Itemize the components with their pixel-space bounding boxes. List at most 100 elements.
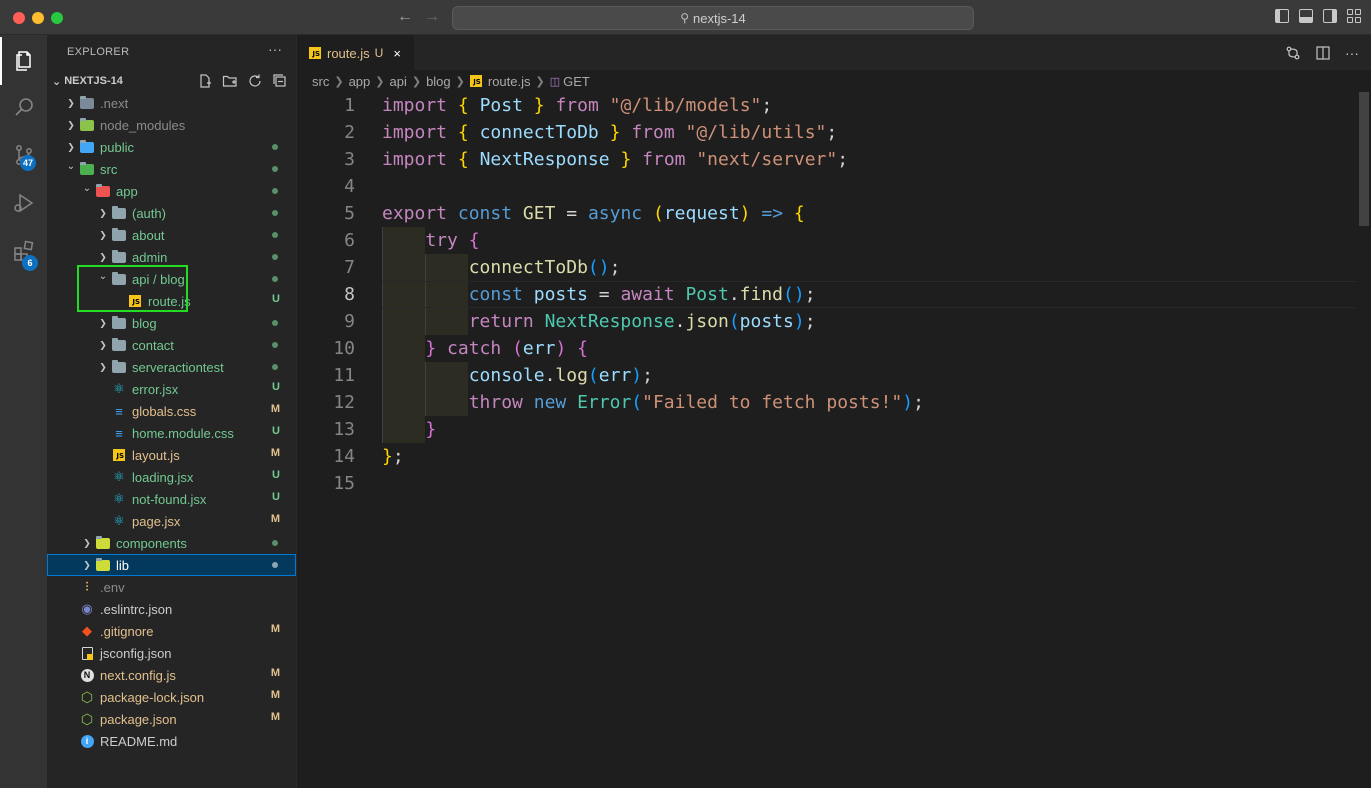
forward-arrow-icon[interactable]: →: [424, 8, 440, 26]
tree-item-home-module-css[interactable]: ≡ home.module.css U: [47, 422, 296, 444]
source-control-icon[interactable]: 47: [0, 131, 47, 179]
open-changes-icon[interactable]: [1285, 45, 1301, 64]
explorer-icon[interactable]: [0, 37, 47, 85]
tree-item-layout-js[interactable]: JS layout.js M: [47, 444, 296, 466]
split-editor-icon[interactable]: [1315, 45, 1331, 64]
run-debug-icon[interactable]: [0, 179, 47, 227]
chevron-placeholder: [63, 623, 79, 639]
tree-item-about[interactable]: ❯ about: [47, 224, 296, 246]
more-actions-icon[interactable]: ···: [268, 41, 282, 57]
folder-icon: [111, 249, 127, 265]
minimize-window-button[interactable]: [32, 12, 44, 24]
code-token: ): [631, 365, 643, 386]
chevron-placeholder: [95, 513, 111, 529]
tree-item-package-json[interactable]: ⬡ package.json M: [47, 708, 296, 730]
code-editor[interactable]: 1 import { Post } from "@/lib/models"; 2 im…: [297, 92, 1356, 788]
close-tab-icon[interactable]: ×: [393, 46, 401, 61]
tree-item-label: lib: [116, 557, 130, 573]
customize-layout-icon[interactable]: [1347, 9, 1361, 23]
toggle-panel-icon[interactable]: [1299, 9, 1313, 23]
tree-item-env[interactable]: ⫶ .env: [47, 576, 296, 598]
breadcrumb-file[interactable]: route.js: [488, 74, 531, 89]
refresh-icon[interactable]: [247, 73, 263, 92]
folder-icon: [79, 161, 95, 177]
code-token: ): [902, 392, 914, 413]
scrollbar-thumb[interactable]: [1359, 92, 1369, 226]
code-line: 8 const posts = await Post.find();: [297, 281, 1356, 308]
collapse-all-icon[interactable]: [272, 73, 288, 92]
code-token: (: [728, 311, 740, 332]
title-bar: ← → ⚲ nextjs-14: [0, 0, 1371, 35]
tree-item-not-found-jsx[interactable]: ⚛ not-found.jsx U: [47, 488, 296, 510]
source-control-badge: 47: [20, 155, 37, 171]
tree-item-next-config-js[interactable]: Nnext.config.js M: [47, 664, 296, 686]
tree-item-next[interactable]: ❯ .next: [47, 92, 296, 114]
toggle-secondary-sidebar-icon[interactable]: [1323, 9, 1337, 23]
code-token: ;: [804, 311, 816, 332]
js-file-icon: JS: [111, 447, 127, 463]
maximize-window-button[interactable]: [51, 12, 63, 24]
toggle-primary-sidebar-icon[interactable]: [1275, 9, 1289, 23]
code-token: "next/server": [696, 149, 838, 170]
chevron-placeholder: [95, 381, 111, 397]
tree-item-loading-jsx[interactable]: ⚛ loading.jsx U: [47, 466, 296, 488]
tree-item-error-jsx[interactable]: ⚛ error.jsx U: [47, 378, 296, 400]
modified-dot-indicator: [272, 562, 278, 568]
code-token: .: [728, 284, 740, 305]
search-icon[interactable]: [0, 83, 47, 131]
tree-item-readme-md[interactable]: i README.md: [47, 730, 296, 752]
breadcrumb-blog[interactable]: blog: [426, 74, 451, 89]
tree-item-package-lock-json[interactable]: ⬡ package-lock.json M: [47, 686, 296, 708]
code-token: Error: [577, 392, 632, 413]
tree-item-contact[interactable]: ❯ contact: [47, 334, 296, 356]
modified-dot-indicator: [272, 342, 278, 348]
modified-dot-indicator: [272, 166, 278, 172]
editor-scrollbar[interactable]: [1356, 92, 1371, 788]
tree-item-auth[interactable]: ❯ (auth): [47, 202, 296, 224]
chevron-down-icon: ⌄: [66, 160, 76, 172]
tree-item-app[interactable]: ⌄ app: [47, 180, 296, 202]
line-number: 10: [333, 338, 355, 359]
tree-item-node-modules[interactable]: ❯ node_modules: [47, 114, 296, 136]
breadcrumb-symbol[interactable]: GET: [563, 74, 590, 89]
chevron-down-icon: ⌄: [52, 75, 62, 88]
tree-item-blog[interactable]: ❯ blog: [47, 312, 296, 334]
code-token: }: [620, 149, 632, 170]
css-file-icon: ≡: [115, 403, 123, 419]
tree-item-serveractiontest[interactable]: ❯ serveractiontest: [47, 356, 296, 378]
tree-item-src[interactable]: ⌄ src: [47, 158, 296, 180]
more-editor-actions-icon[interactable]: ···: [1345, 45, 1359, 64]
breadcrumb-app[interactable]: app: [349, 74, 371, 89]
close-window-button[interactable]: [13, 12, 25, 24]
chevron-right-icon: ❯: [375, 75, 385, 88]
tree-item-jsconfig-json[interactable]: jsconfig.json: [47, 642, 296, 664]
code-token: from: [555, 95, 599, 116]
tree-item-lib[interactable]: ❯ lib: [47, 554, 296, 576]
code-token: ;: [826, 122, 838, 143]
chevron-right-icon: ❯: [99, 361, 107, 372]
tree-item-public[interactable]: ❯ public: [47, 136, 296, 158]
tree-item-gitignore[interactable]: ◆ .gitignore M: [47, 620, 296, 642]
command-center-search[interactable]: ⚲ nextjs-14: [452, 6, 974, 30]
new-file-icon[interactable]: [197, 73, 213, 92]
new-folder-icon[interactable]: [222, 73, 238, 92]
css-file-icon: ≡: [115, 425, 123, 441]
folder-icon: [95, 535, 111, 551]
breadcrumb-src[interactable]: src: [312, 74, 329, 89]
workspace-root[interactable]: ⌄ NEXTJS-14: [47, 70, 296, 92]
breadcrumb-api[interactable]: api: [389, 74, 406, 89]
extensions-icon[interactable]: 6: [0, 227, 47, 275]
chevron-right-icon: ❯: [67, 119, 75, 130]
back-arrow-icon[interactable]: ←: [397, 8, 413, 26]
tab-route-js[interactable]: JS route.js U ×: [297, 35, 414, 70]
chevron-down-icon: ⌄: [82, 182, 92, 194]
tree-item-globals-css[interactable]: ≡ globals.css M: [47, 400, 296, 422]
code-token: .: [674, 311, 686, 332]
tree-item-eslintrc-json[interactable]: ◉ .eslintrc.json: [47, 598, 296, 620]
tree-item-components[interactable]: ❯ components: [47, 532, 296, 554]
tree-item-page-jsx[interactable]: ⚛ page.jsx M: [47, 510, 296, 532]
